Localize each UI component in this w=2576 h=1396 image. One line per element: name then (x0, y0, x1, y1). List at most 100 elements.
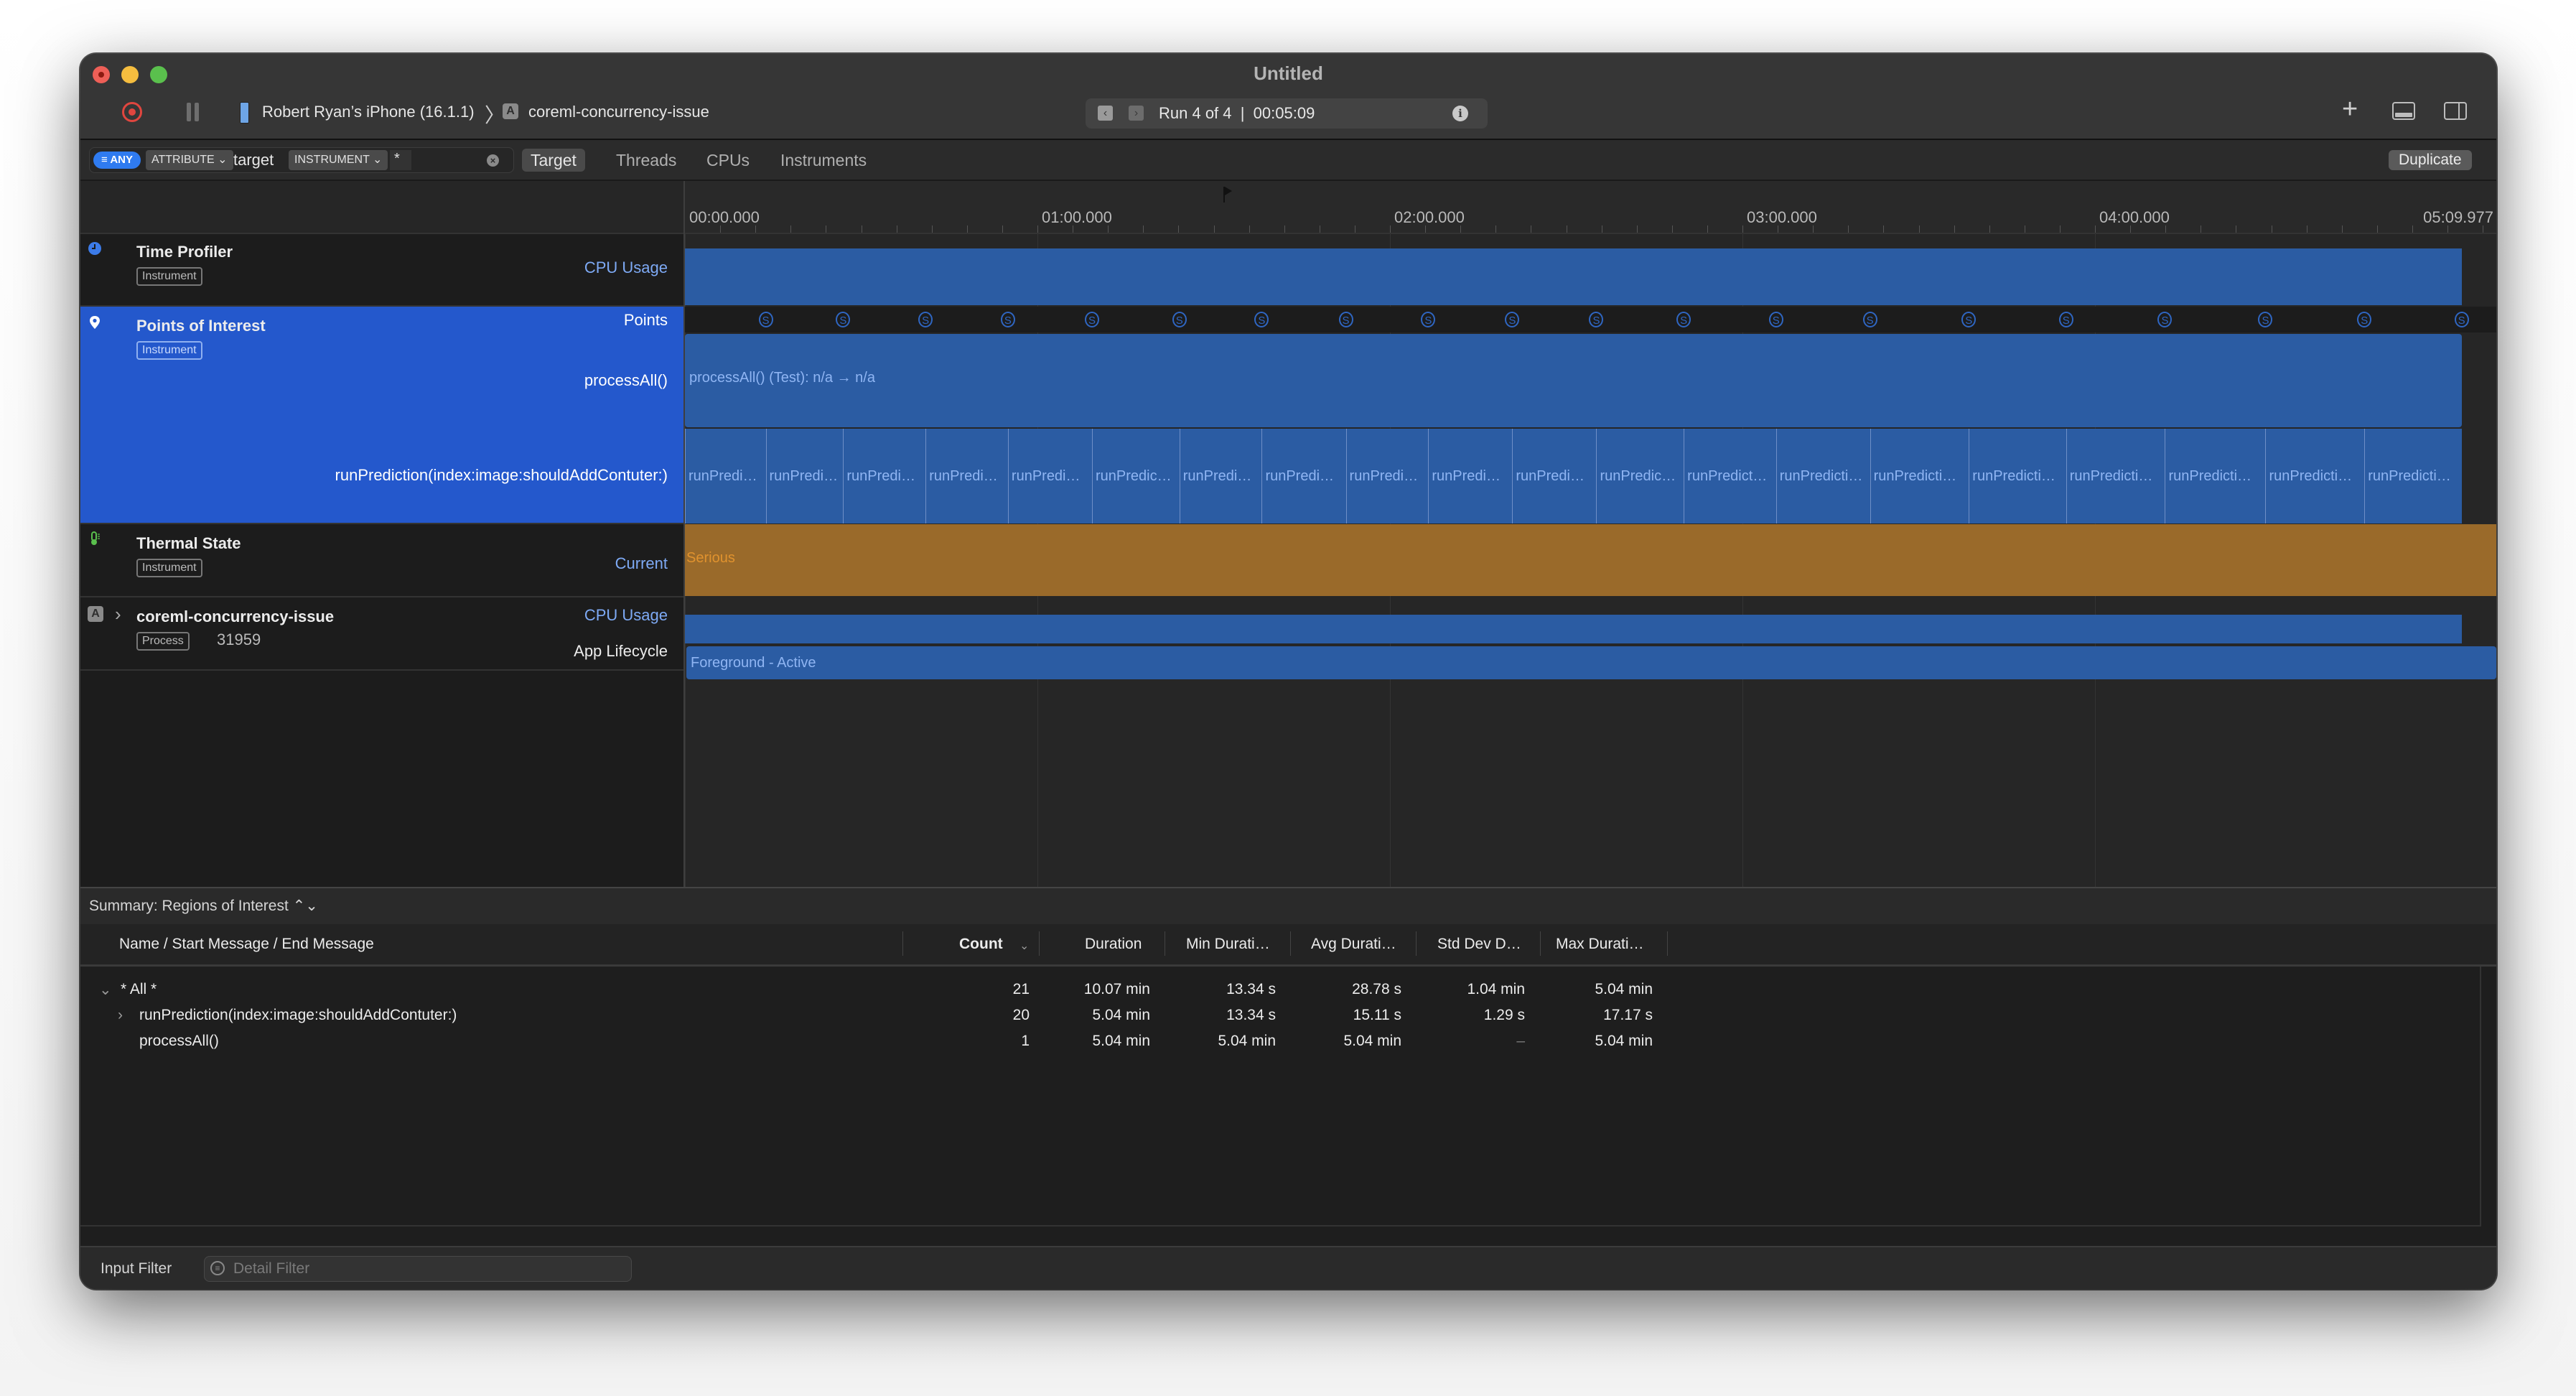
pause-button[interactable] (187, 103, 201, 121)
run-prediction-interval[interactable]: runPredic… (1092, 429, 1180, 524)
signpost-icon[interactable]: S (1768, 312, 1783, 327)
signpost-icon[interactable]: S (1085, 312, 1100, 327)
time-profiler-cpu-bar[interactable] (685, 248, 2462, 305)
detail-filter-input[interactable] (232, 1258, 622, 1280)
run-prediction-interval[interactable]: runPredicti… (1969, 429, 2066, 524)
run-prediction-interval[interactable]: runPredi… (1512, 429, 1597, 524)
time-ruler[interactable]: 00:00.000 01:00.000 02:00.000 03:00.000 … (685, 181, 2496, 234)
tab-cpus[interactable]: CPUs (698, 149, 758, 172)
signpost-icon[interactable]: S (1676, 312, 1691, 327)
run-prediction-interval[interactable]: runPredi… (1345, 429, 1429, 524)
input-filter-button[interactable]: Input Filter (101, 1260, 172, 1278)
track-thermal-state[interactable]: Thermal State Instrument Current (80, 524, 683, 597)
track-points-of-interest[interactable]: Points of Interest Instrument Points pro… (80, 307, 683, 524)
signpost-icon[interactable]: S (1000, 312, 1015, 327)
tab-target[interactable]: Target (522, 149, 585, 172)
track-time-profiler[interactable]: Time Profiler Instrument CPU Usage (80, 233, 683, 307)
signpost-icon[interactable]: S (2058, 312, 2073, 327)
points-lane[interactable]: SSSSSSSSSSSSSSSSSSSS (685, 307, 2496, 332)
signpost-icon[interactable]: S (1505, 312, 1520, 327)
signpost-icon[interactable]: S (1254, 312, 1269, 327)
device-selector[interactable]: Robert Ryan’s iPhone (16.1.1) (262, 103, 475, 121)
signpost-icon[interactable]: S (1961, 312, 1977, 327)
column-divider[interactable] (902, 931, 903, 956)
app-lifecycle-bar[interactable]: Foreground - Active (686, 646, 2496, 679)
column-header-count[interactable]: Count (959, 936, 1003, 953)
flag-icon[interactable] (1223, 187, 1232, 203)
attribute-dropdown[interactable]: ATTRIBUTE ⌄ (146, 150, 233, 170)
run-prediction-interval[interactable]: runPredi… (1261, 429, 1346, 524)
run-prediction-interval[interactable]: runPredic… (1596, 429, 1684, 524)
thermal-state-bar[interactable]: Serious (685, 524, 2496, 596)
table-row[interactable]: ⌄ * All * 21 10.07 min 13.34 s 28.78 s 1.04 mi… (80, 979, 2480, 1004)
add-instrument-button[interactable]: + (2342, 94, 2358, 125)
process-all-interval[interactable]: processAll() (Test): n/a → n/a (685, 334, 2462, 427)
run-prediction-interval[interactable]: runPredicti… (2265, 429, 2365, 524)
target-selector[interactable]: coreml-concurrency-issue (528, 103, 709, 121)
column-header-duration[interactable]: Duration (1085, 936, 1142, 953)
column-divider[interactable] (1039, 931, 1040, 956)
instrument-dropdown[interactable]: INSTRUMENT ⌄ (289, 150, 388, 170)
column-header-name[interactable]: Name / Start Message / End Message (119, 936, 374, 953)
run-prediction-interval[interactable]: runPredi… (1428, 429, 1513, 524)
run-prediction-interval[interactable]: runPredicti… (1775, 429, 1870, 524)
column-header-std-dev-duration[interactable]: Std Dev D… (1437, 936, 1521, 953)
signpost-icon[interactable]: S (1862, 312, 1877, 327)
column-header-max-duration[interactable]: Max Durati… (1556, 936, 1644, 953)
column-divider[interactable] (1290, 931, 1291, 956)
run-prediction-interval[interactable]: runPredicti… (2364, 429, 2462, 524)
run-prediction-interval[interactable]: runPredi… (685, 429, 766, 524)
table-row[interactable]: › runPrediction(index:image:shouldAddCont… (80, 1005, 2480, 1030)
column-header-avg-duration[interactable]: Avg Durati… (1311, 936, 1396, 953)
toggle-inspector-panel-icon[interactable] (2444, 102, 2467, 120)
run-prediction-interval[interactable]: runPredicti… (1870, 429, 1969, 524)
toggle-detail-panel-icon[interactable] (2392, 102, 2415, 120)
collapse-chevron-icon[interactable]: ⌄ (99, 981, 112, 999)
run-prediction-interval[interactable]: runPredi… (1179, 429, 1262, 524)
filter-value-input[interactable]: * (390, 150, 411, 170)
signpost-icon[interactable]: S (1421, 312, 1436, 327)
run-prediction-interval[interactable]: runPredict… (1684, 429, 1776, 524)
info-icon[interactable]: i (1452, 106, 1468, 121)
duplicate-button[interactable]: Duplicate (2389, 150, 2472, 170)
signpost-icon[interactable]: S (1338, 312, 1353, 327)
column-header-min-duration[interactable]: Min Durati… (1186, 936, 1270, 953)
timeline[interactable]: 00:00.000 01:00.000 02:00.000 03:00.000 … (685, 181, 2496, 935)
tab-instruments[interactable]: Instruments (772, 149, 875, 172)
detail-filter-field[interactable]: ≡ (204, 1256, 632, 1282)
any-filter-token[interactable]: ≡ ANY (93, 152, 141, 169)
run-prediction-interval[interactable]: runPredi… (925, 429, 1008, 524)
clear-filter-icon[interactable]: × (487, 154, 499, 167)
signpost-icon[interactable]: S (1172, 312, 1187, 327)
window-title: Untitled (1254, 62, 1323, 84)
expand-chevron-icon[interactable]: › (118, 1007, 123, 1024)
column-divider[interactable] (1540, 931, 1541, 956)
run-prediction-interval[interactable]: runPredi… (765, 429, 844, 524)
signpost-icon[interactable]: S (758, 312, 773, 327)
column-divider[interactable] (1416, 931, 1417, 956)
signpost-icon[interactable]: S (918, 312, 933, 327)
summary-selector[interactable]: Summary: Regions of Interest ⌃⌄ (89, 897, 318, 915)
expand-chevron-icon[interactable]: › (115, 603, 121, 625)
signpost-icon[interactable]: S (2357, 312, 2372, 327)
run-prediction-interval[interactable]: runPredicti… (2165, 429, 2266, 524)
signpost-icon[interactable]: S (836, 312, 851, 327)
signpost-icon[interactable]: S (1589, 312, 1604, 327)
next-run-button[interactable]: › (1129, 106, 1144, 121)
track-filter-field[interactable]: ≡ ANY ATTRIBUTE ⌄ target INSTRUMENT ⌄ * … (89, 147, 514, 173)
track-coreml-process[interactable]: A › coreml-concurrency-issue Process 319… (80, 597, 683, 671)
signpost-icon[interactable]: S (2157, 312, 2173, 327)
table-row[interactable]: processAll() 1 5.04 min 5.04 min 5.04 min – 5.… (80, 1031, 2480, 1056)
run-prediction-interval[interactable]: runPredi… (843, 429, 926, 524)
signpost-icon[interactable]: S (2454, 312, 2469, 327)
run-prediction-interval[interactable]: runPredi… (1007, 429, 1092, 524)
run-prediction-interval[interactable]: runPredicti… (2066, 429, 2165, 524)
sort-descending-icon[interactable]: ⌄ (1019, 939, 1029, 953)
column-divider[interactable] (1667, 931, 1668, 956)
process-cpu-bar[interactable] (685, 615, 2462, 643)
ruler-minor-tick (2376, 225, 2378, 233)
record-button[interactable] (122, 102, 142, 122)
tab-threads[interactable]: Threads (607, 149, 685, 172)
signpost-icon[interactable]: S (2258, 312, 2273, 327)
previous-run-button[interactable]: ‹ (1098, 106, 1113, 121)
